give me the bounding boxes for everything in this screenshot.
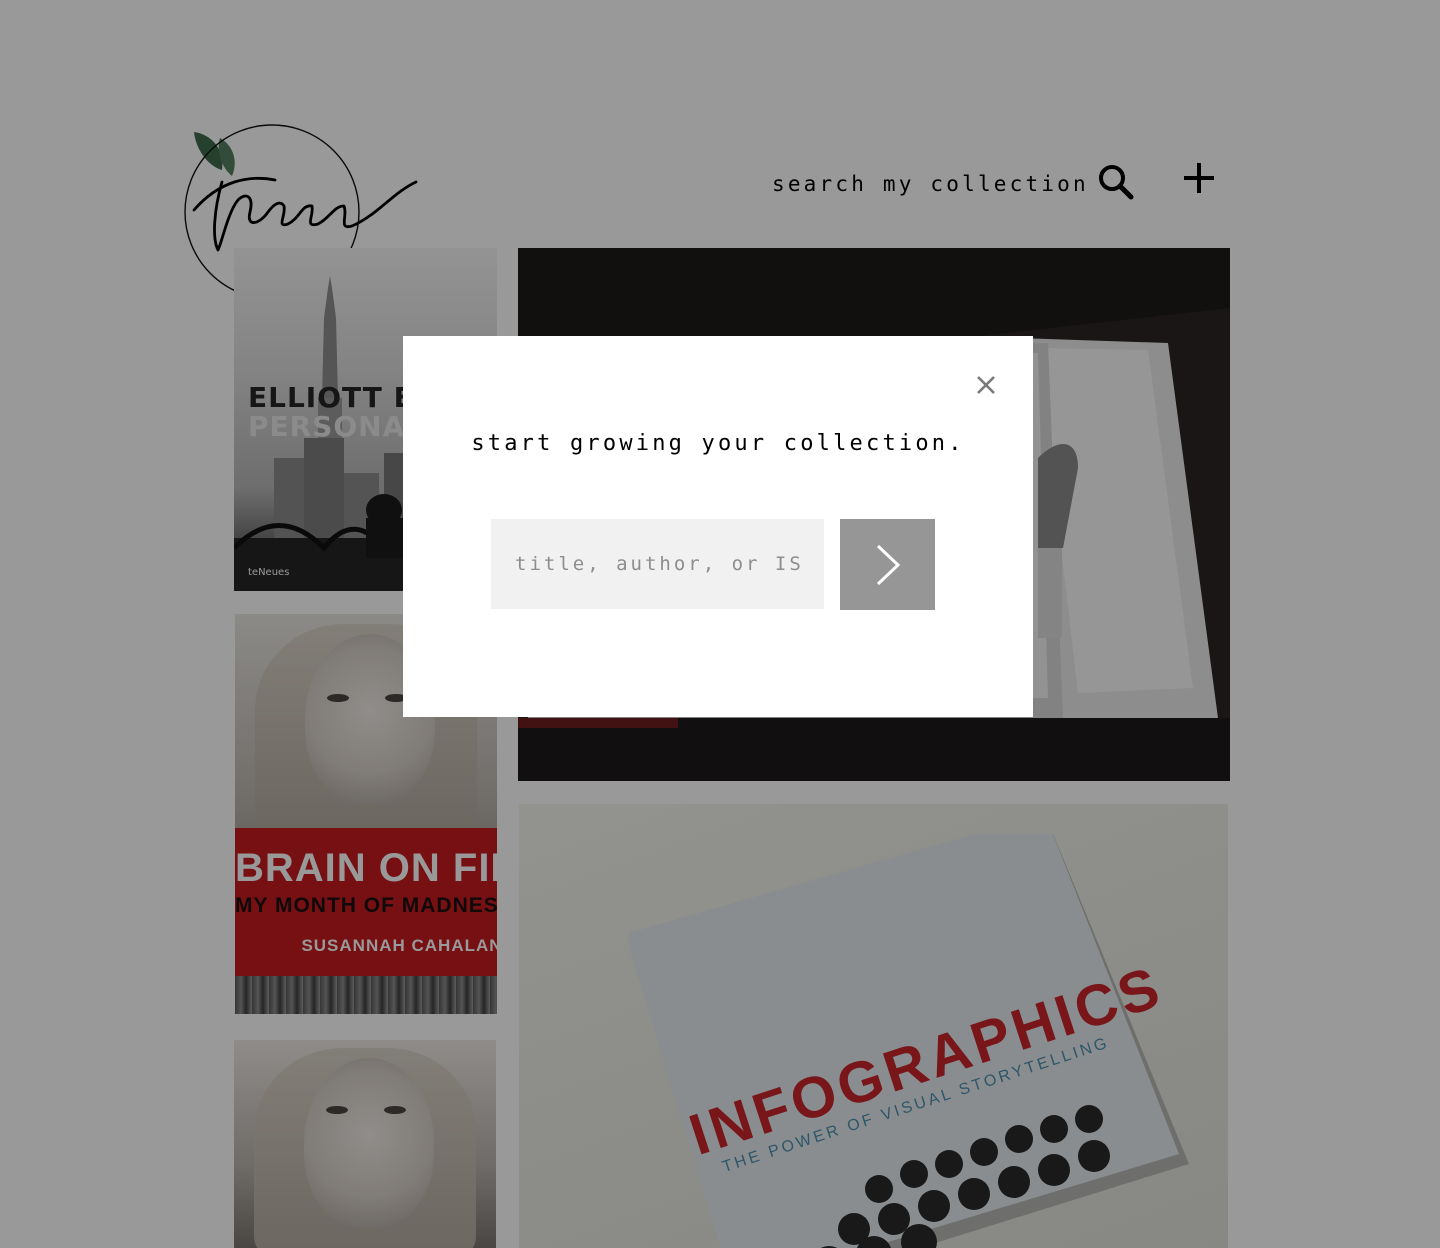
book-search-input[interactable] bbox=[491, 519, 824, 609]
submit-search-button[interactable] bbox=[840, 519, 935, 610]
add-book-modal: start growing your collection. bbox=[403, 336, 1033, 717]
page: tree search my collection ELLIOTT bbox=[0, 0, 1440, 1248]
close-icon[interactable] bbox=[975, 374, 997, 396]
modal-heading: start growing your collection. bbox=[471, 431, 965, 456]
chevron-right-icon bbox=[876, 544, 900, 585]
